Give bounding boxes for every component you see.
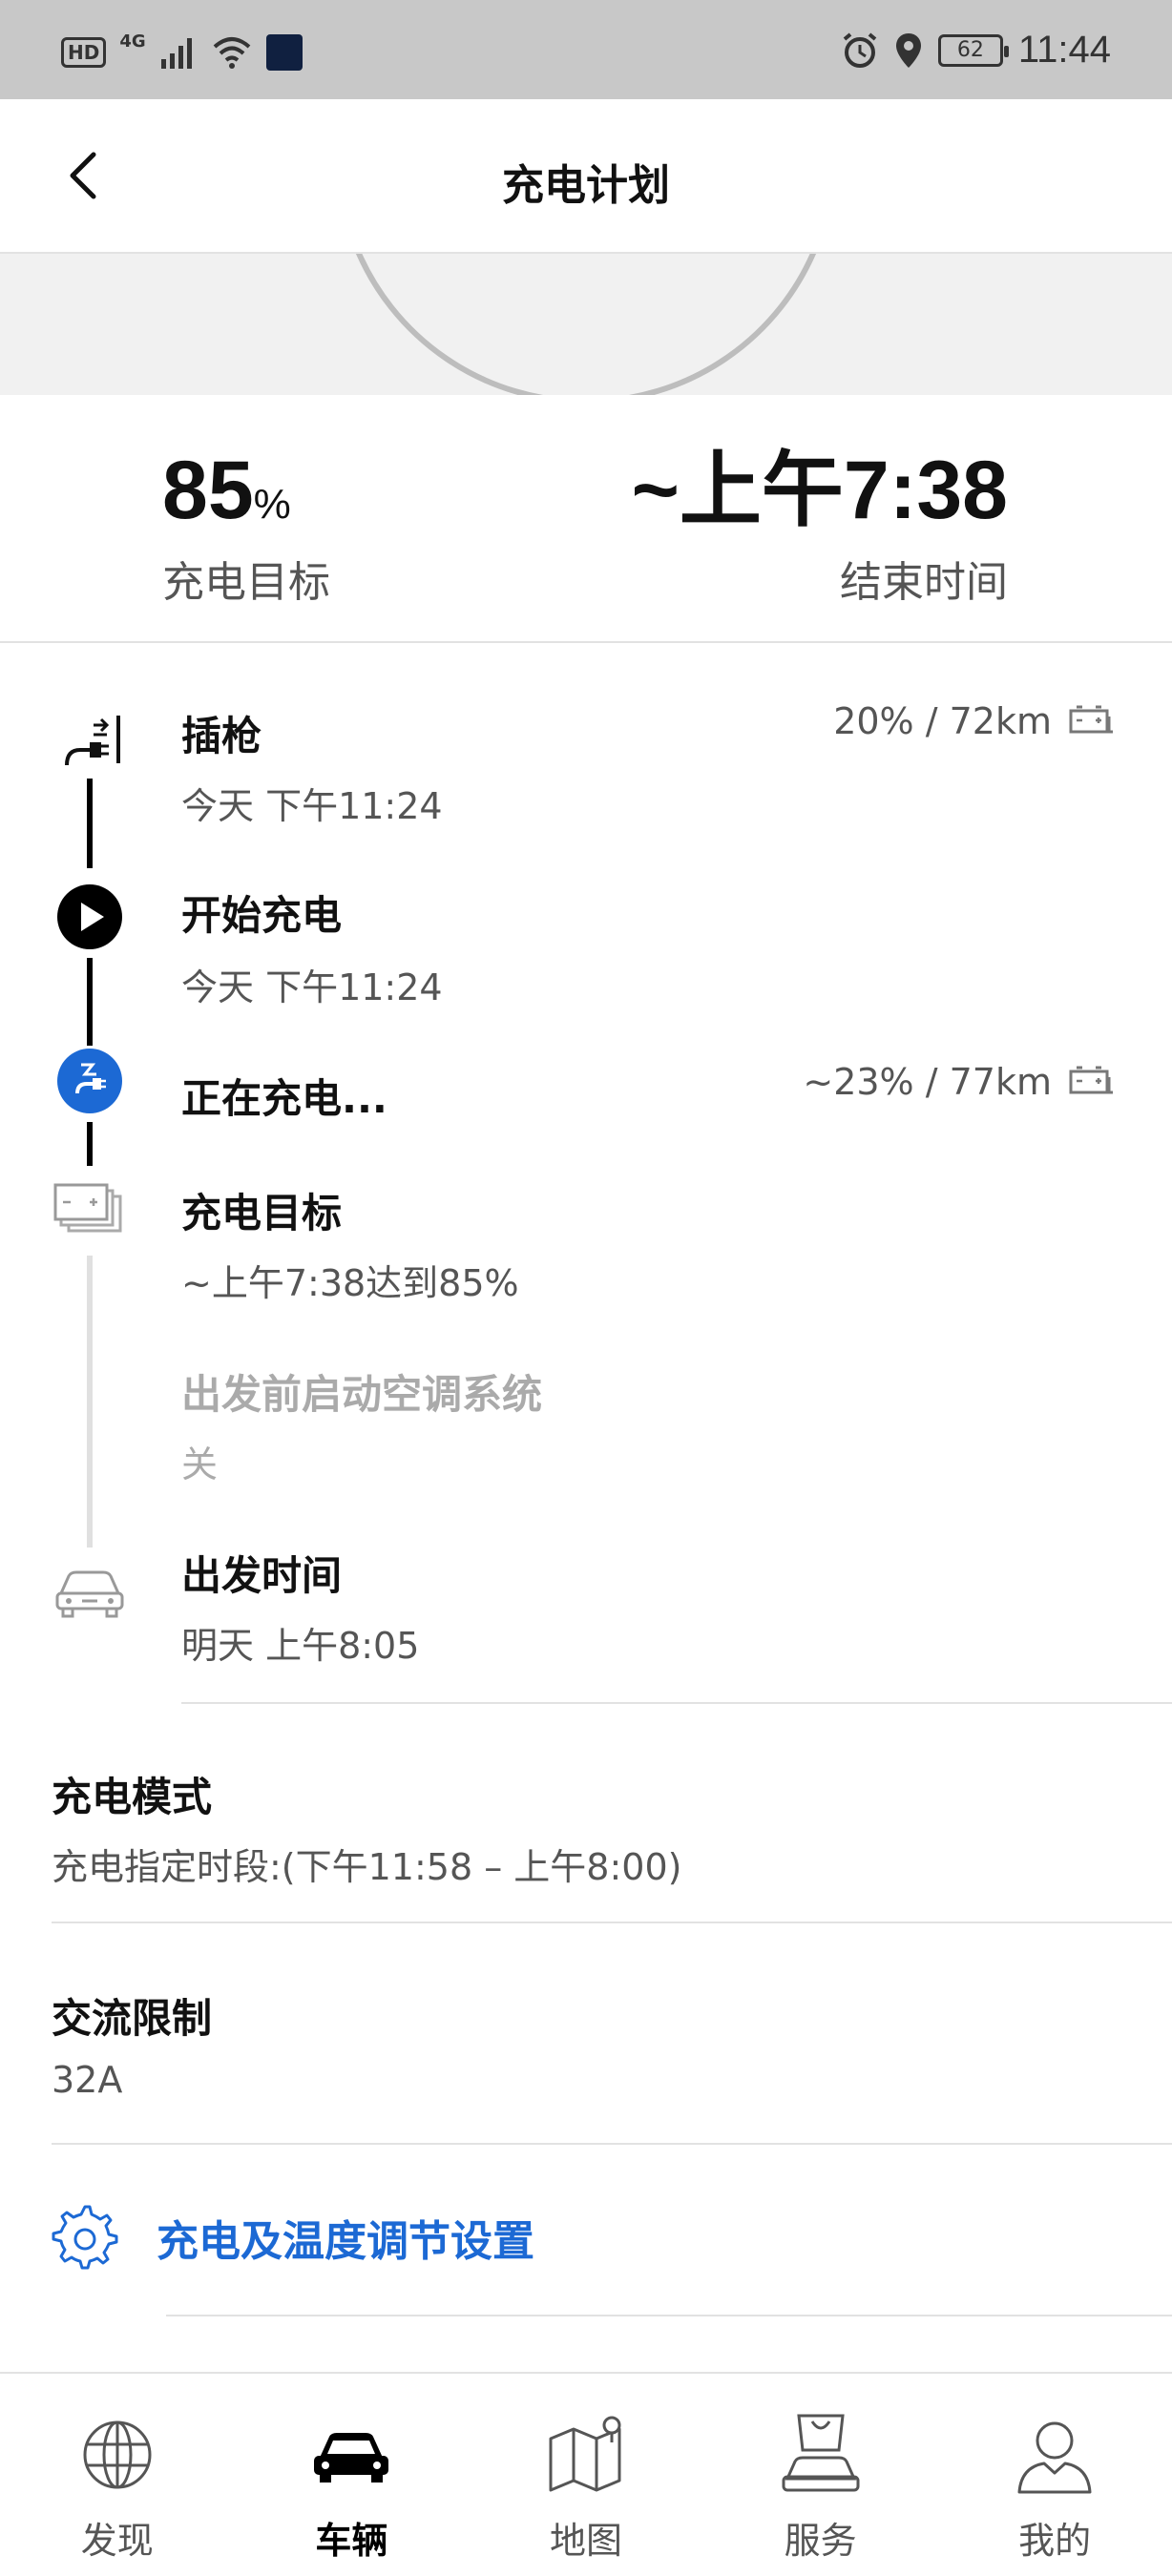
- nav-map-label: 地图: [549, 2520, 622, 2562]
- bmw-app-notification-icon: [265, 34, 303, 71]
- charging-range-value: ~23% / 77km: [803, 1061, 1052, 1103]
- status-right: 62 11:44: [841, 29, 1111, 72]
- charging-status-title: 正在充电...: [181, 1075, 387, 1122]
- charging-settings-label: 充电及温度调节设置: [157, 2217, 534, 2266]
- nav-map[interactable]: 地图: [469, 2374, 703, 2576]
- charge-target-value: 85%: [162, 445, 291, 536]
- charging-plug-icon: [56, 1048, 123, 1118]
- battery-indicator: 62: [937, 33, 1009, 67]
- timeline-connector: [87, 779, 93, 868]
- timeline-connector: [87, 958, 93, 1046]
- start-charging-title: 开始充电: [181, 892, 343, 939]
- status-left: HD 4G: [61, 31, 303, 71]
- globe-icon: [83, 2420, 152, 2489]
- ac-limit-title[interactable]: 交流限制: [52, 1986, 212, 2045]
- gear-icon: [52, 2205, 118, 2270]
- divider: [52, 2143, 1172, 2145]
- top-app-bar: 充电计划: [0, 99, 1172, 254]
- status-bar: HD 4G 62 11:44: [0, 0, 1172, 99]
- page-title: 充电计划: [502, 161, 670, 210]
- wifi-icon: [213, 37, 250, 69]
- car-front-icon: [53, 1565, 126, 1624]
- nav-vehicle[interactable]: 车辆: [235, 2374, 470, 2576]
- preconditioning-status: 关: [181, 1444, 219, 1485]
- nav-profile-label: 我的: [1018, 2520, 1092, 2562]
- charge-target-label: 充电目标: [162, 558, 330, 607]
- profile-icon: [1017, 2421, 1092, 2494]
- charge-target-unit: %: [253, 481, 291, 528]
- battery-stack-icon: [53, 1183, 126, 1240]
- nav-service-label: 服务: [784, 2520, 857, 2562]
- play-icon: [56, 883, 123, 954]
- location-icon: [895, 32, 921, 68]
- plug-icon: [59, 706, 126, 777]
- charge-dial-area: [0, 254, 1172, 395]
- plug-in-range-value: 20% / 72km: [833, 700, 1052, 742]
- battery-icon: [1069, 1066, 1113, 1094]
- charge-mode-title[interactable]: 充电模式: [52, 1765, 212, 1823]
- end-time-label: 结束时间: [840, 558, 1008, 607]
- start-charging-time: 今天 下午11:24: [181, 966, 443, 1008]
- plug-in-time: 今天 下午11:24: [181, 785, 443, 827]
- charging-settings-link[interactable]: 充电及温度调节设置: [52, 2185, 534, 2290]
- nav-discover-label: 发现: [80, 2520, 154, 2562]
- alarm-icon: [843, 31, 877, 68]
- departure-time-title: 出发时间: [181, 1552, 343, 1599]
- service-icon: [782, 2414, 860, 2492]
- nav-profile[interactable]: 我的: [937, 2374, 1172, 2576]
- charge-mode-value: 充电指定时段:(下午11:58 – 上午8:00): [52, 1846, 682, 1888]
- bottom-navigation: 发现 车辆 地图 服务 我的: [0, 2372, 1172, 2576]
- nav-service[interactable]: 服务: [703, 2374, 938, 2576]
- end-time-value: ~上午7:38: [631, 445, 1008, 536]
- map-icon: [549, 2416, 621, 2492]
- nav-vehicle-label: 车辆: [315, 2520, 388, 2562]
- departure-time-value: 明天 上午8:05: [181, 1625, 420, 1667]
- charge-goal-title: 充电目标: [181, 1190, 343, 1236]
- plug-in-range: 20% / 72km: [833, 700, 1115, 742]
- timeline-connector: [87, 1256, 93, 1548]
- car-icon: [314, 2433, 389, 2483]
- hd-indicator: HD: [61, 37, 107, 68]
- plug-in-title: 插枪: [181, 713, 262, 759]
- ac-limit-value: 32A: [52, 2059, 123, 2101]
- charge-summary: 85% 充电目标 ~上午7:38 结束时间: [0, 395, 1172, 643]
- divider: [52, 1922, 1172, 1923]
- charge-dial-arc: [355, 254, 817, 395]
- network-type: 4G: [119, 31, 146, 52]
- nav-discover[interactable]: 发现: [0, 2374, 235, 2576]
- preconditioning-title[interactable]: 出发前启动空调系统: [181, 1362, 542, 1421]
- battery-icon: [1069, 705, 1113, 734]
- clock: 11:44: [1017, 29, 1111, 71]
- divider: [166, 2315, 1172, 2316]
- divider: [181, 1702, 1172, 1704]
- signal-icon: [160, 38, 192, 69]
- charge-goal-detail: ~上午7:38达到85%: [181, 1262, 519, 1304]
- timeline-connector: [87, 1122, 93, 1166]
- charging-range: ~23% / 77km: [803, 1061, 1115, 1103]
